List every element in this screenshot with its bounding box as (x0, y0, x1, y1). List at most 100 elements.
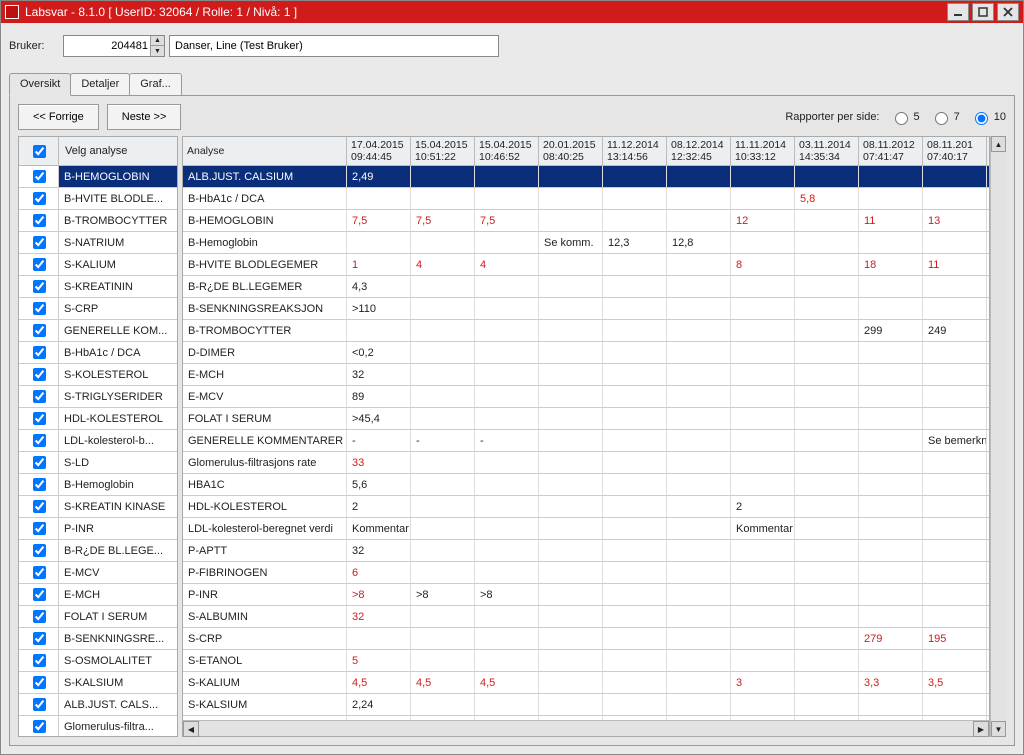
results-row[interactable]: B-R¿DE BL.LEGEMER4,3 (183, 276, 989, 298)
analyse-picker-row[interactable]: E-MCH (19, 584, 177, 606)
row-checkbox[interactable] (19, 342, 59, 363)
analyse-picker-row[interactable]: B-HVITE BLODLE... (19, 188, 177, 210)
row-checkbox[interactable] (19, 562, 59, 583)
row-checkbox[interactable] (19, 298, 59, 319)
results-body[interactable]: ALB.JUST. CALSIUM2,49B-HbA1c / DCA5,8B-H… (183, 166, 989, 720)
row-checkbox[interactable] (19, 320, 59, 341)
row-checkbox[interactable] (19, 716, 59, 736)
results-row[interactable]: S-CRP279195 (183, 628, 989, 650)
results-row[interactable]: S-ETANOL5 (183, 650, 989, 672)
analyse-picker-row[interactable]: S-TRIGLYSERIDER (19, 386, 177, 408)
analyse-picker-row[interactable]: S-KALSIUM (19, 672, 177, 694)
analyse-picker-row[interactable]: B-HEMOGLOBIN (19, 166, 177, 188)
column-header-date[interactable]: 15.04.2015 10:46:52 (475, 137, 539, 165)
row-checkbox[interactable] (19, 518, 59, 539)
horizontal-scrollbar[interactable]: ◀ ▶ (183, 720, 989, 736)
analyse-picker-row[interactable]: S-CRP (19, 298, 177, 320)
rps-7[interactable]: 7 (930, 109, 960, 125)
analyse-picker-row[interactable]: LDL-kolesterol-b... (19, 430, 177, 452)
analyse-picker-row[interactable]: S-KOLESTEROL (19, 364, 177, 386)
results-row[interactable]: S-KALIUM4,54,54,533,33,5 (183, 672, 989, 694)
scroll-up-button[interactable]: ▲ (991, 136, 1006, 152)
results-row[interactable]: GENERELLE KOMMENTARER---Se bemerkn (183, 430, 989, 452)
analyse-picker-row[interactable]: S-LD (19, 452, 177, 474)
analyse-picker-row[interactable]: S-OSMOLALITET (19, 650, 177, 672)
results-row[interactable]: D-DIMER<0,2 (183, 342, 989, 364)
analyse-picker-row[interactable]: E-MCV (19, 562, 177, 584)
row-checkbox[interactable] (19, 408, 59, 429)
column-header-date[interactable]: 08.11.2012 07:41:47 (859, 137, 923, 165)
analyse-picker-row[interactable]: S-KALIUM (19, 254, 177, 276)
results-row[interactable]: B-HbA1c / DCA5,8 (183, 188, 989, 210)
scroll-left-button[interactable]: ◀ (183, 721, 199, 737)
results-row[interactable]: P-INR >8>8>8 (183, 584, 989, 606)
row-checkbox[interactable] (19, 166, 59, 187)
user-id-spinner[interactable]: ▲ ▼ (63, 35, 165, 57)
results-row[interactable]: ALB.JUST. CALSIUM2,49 (183, 166, 989, 188)
results-row[interactable]: E-MCV89 (183, 386, 989, 408)
results-row[interactable]: B-SENKNINGSREAKSJON >110 (183, 298, 989, 320)
tab-detaljer[interactable]: Detaljer (70, 73, 130, 96)
maximize-button[interactable] (972, 3, 994, 21)
spinner-up[interactable]: ▲ (150, 36, 164, 46)
row-checkbox[interactable] (19, 628, 59, 649)
row-checkbox[interactable] (19, 540, 59, 561)
results-row[interactable]: HDL-KOLESTEROL22 (183, 496, 989, 518)
column-header-date[interactable]: 11.12.2014 13:14:56 (603, 137, 667, 165)
analyse-picker-row[interactable]: P-INR (19, 518, 177, 540)
row-checkbox[interactable] (19, 452, 59, 473)
column-header-date[interactable]: 20.01.2015 08:40:25 (539, 137, 603, 165)
results-row[interactable]: HBA1C5,6 (183, 474, 989, 496)
column-header-analyse[interactable]: Analyse (183, 137, 347, 165)
rps-5[interactable]: 5 (890, 109, 920, 125)
analyse-picker-row[interactable]: Glomerulus-filtra... (19, 716, 177, 736)
row-checkbox[interactable] (19, 474, 59, 495)
select-all-checkbox[interactable] (19, 137, 59, 165)
results-row[interactable]: B-HVITE BLODLEGEMER14481811 (183, 254, 989, 276)
results-row[interactable]: P-APTT32 (183, 540, 989, 562)
row-checkbox[interactable] (19, 232, 59, 253)
results-row[interactable]: B-TROMBOCYTTER299249 (183, 320, 989, 342)
vertical-scrollbar[interactable]: ▲ ▼ (990, 136, 1006, 737)
results-row[interactable]: B-HemoglobinSe komm.12,312,8 (183, 232, 989, 254)
analyse-picker-body[interactable]: B-HEMOGLOBINB-HVITE BLODLE...B-TROMBOCYT… (19, 166, 177, 736)
column-header-date[interactable]: 15.04.2015 10:51:22 (411, 137, 475, 165)
analyse-picker-row[interactable]: S-KREATININ (19, 276, 177, 298)
analyse-picker-row[interactable]: B-HbA1c / DCA (19, 342, 177, 364)
tab-oversikt[interactable]: Oversikt (9, 73, 71, 96)
user-name-field[interactable] (169, 35, 499, 57)
analyse-picker-row[interactable]: B-SENKNINGSRE... (19, 628, 177, 650)
column-header-date[interactable]: 17.04.2015 09:44:45 (347, 137, 411, 165)
row-checkbox[interactable] (19, 694, 59, 715)
analyse-picker-row[interactable]: FOLAT I SERUM (19, 606, 177, 628)
results-row[interactable]: S-ALBUMIN32 (183, 606, 989, 628)
column-header-date[interactable]: 08.11.201 07:40:17 (923, 137, 987, 165)
results-row[interactable]: E-MCH32 (183, 364, 989, 386)
results-row[interactable]: Glomerulus-filtrasjons rate33 (183, 452, 989, 474)
row-checkbox[interactable] (19, 254, 59, 275)
row-checkbox[interactable] (19, 606, 59, 627)
analyse-picker-row[interactable]: GENERELLE KOM... (19, 320, 177, 342)
analyse-picker-row[interactable]: B-TROMBOCYTTER (19, 210, 177, 232)
next-button[interactable]: Neste >> (107, 104, 182, 130)
column-header-date[interactable]: 03.11.2014 14:35:34 (795, 137, 859, 165)
column-header-date[interactable]: 11.11.2014 10:33:12 (731, 137, 795, 165)
analyse-picker-row[interactable]: B-Hemoglobin (19, 474, 177, 496)
results-row[interactable]: S-KALSIUM2,24 (183, 694, 989, 716)
results-row[interactable]: LDL-kolesterol-beregnet verdiKommentarKo… (183, 518, 989, 540)
analyse-picker-row[interactable]: ALB.JUST. CALS... (19, 694, 177, 716)
prev-button[interactable]: << Forrige (18, 104, 99, 130)
row-checkbox[interactable] (19, 430, 59, 451)
row-checkbox[interactable] (19, 584, 59, 605)
row-checkbox[interactable] (19, 386, 59, 407)
analyse-picker-row[interactable]: HDL-KOLESTEROL (19, 408, 177, 430)
analyse-picker-row[interactable]: S-NATRIUM (19, 232, 177, 254)
minimize-button[interactable] (947, 3, 969, 21)
row-checkbox[interactable] (19, 276, 59, 297)
results-row[interactable]: B-HEMOGLOBIN7,57,57,5121113 (183, 210, 989, 232)
row-checkbox[interactable] (19, 650, 59, 671)
column-header-date[interactable]: 08.12.2014 12:32:45 (667, 137, 731, 165)
row-checkbox[interactable] (19, 364, 59, 385)
scroll-right-button[interactable]: ▶ (973, 721, 989, 737)
results-row[interactable]: P-FIBRINOGEN6 (183, 562, 989, 584)
